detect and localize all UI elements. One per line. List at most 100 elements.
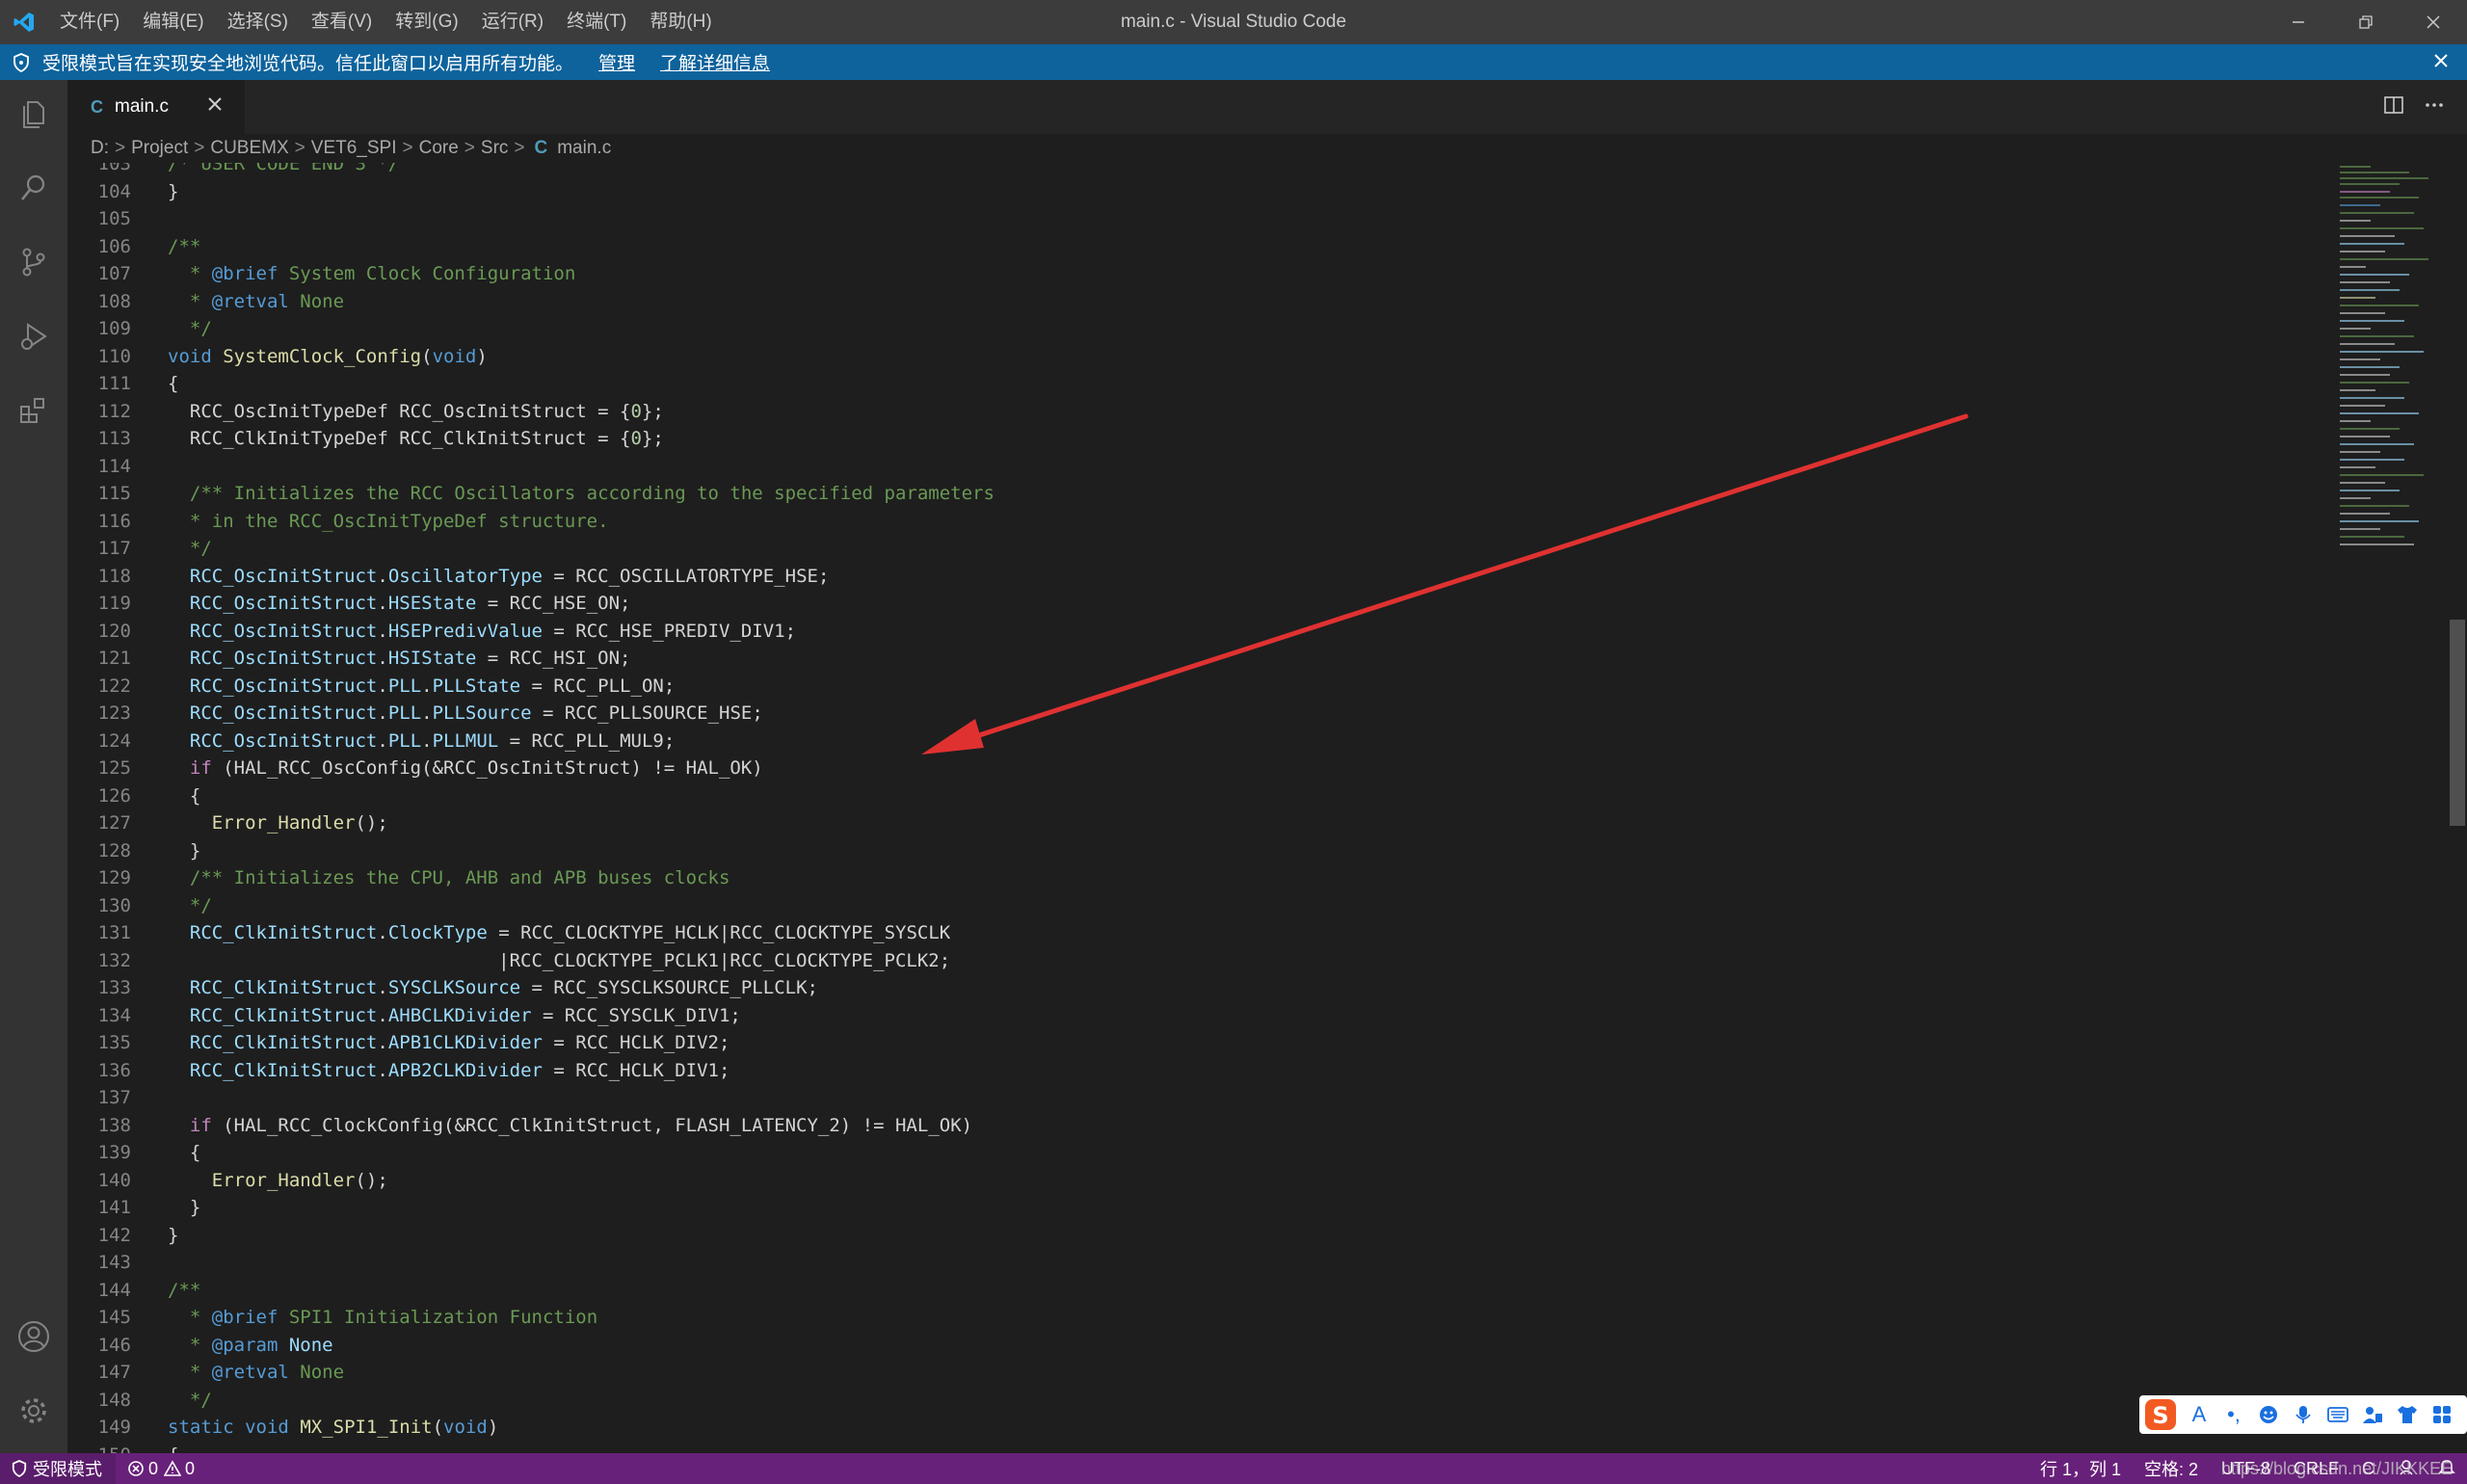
skin-shirt-icon[interactable]: [2390, 1397, 2425, 1432]
code-line: 108 * @retval None: [97, 290, 345, 312]
breadcrumb-project[interactable]: Project: [131, 138, 188, 159]
banner-manage-link[interactable]: 管理: [598, 49, 635, 75]
code-line: 121 RCC_OscInitStruct.HSIState = RCC_HSI…: [97, 648, 631, 669]
chevron-right-icon: >: [514, 138, 525, 158]
sogou-logo-icon[interactable]: S: [2139, 1395, 2182, 1434]
search-icon[interactable]: [0, 154, 67, 222]
keyboard-icon[interactable]: [2321, 1397, 2355, 1432]
c-file-icon: C: [534, 138, 548, 158]
extensions-icon[interactable]: [0, 377, 67, 444]
breadcrumb-vet6-spi[interactable]: VET6_SPI: [311, 138, 397, 159]
indentation[interactable]: 空格: 2: [2133, 1456, 2210, 1481]
more-actions-icon[interactable]: [2423, 93, 2446, 121]
code-line: 135 RCC_ClkInitStruct.APB1CLKDivider = R…: [97, 1032, 730, 1053]
code-line: 107 * @brief System Clock Configuration: [97, 263, 576, 284]
user-icon[interactable]: [2355, 1397, 2390, 1432]
code-line: 140 Error_Handler();: [97, 1169, 388, 1191]
shield-icon: [12, 1460, 27, 1477]
code-line: 141 }: [97, 1197, 201, 1218]
menu-go[interactable]: 转到(G): [384, 0, 469, 44]
menu-help[interactable]: 帮助(H): [638, 0, 723, 44]
banner-learn-more-link[interactable]: 了解详细信息: [660, 49, 770, 75]
microphone-icon[interactable]: [2286, 1397, 2321, 1432]
minimize-button[interactable]: [2265, 0, 2332, 44]
watermark-text: https://blog.csdn.net/JIKKKEE: [2221, 1459, 2454, 1478]
code-line: 150{: [67, 1442, 2332, 1454]
code-line: 139 {: [97, 1142, 201, 1163]
code-line: 129 /** Initializes the CPU, AHB and APB…: [97, 867, 730, 888]
error-icon: [128, 1461, 144, 1476]
tab-main-c[interactable]: C main.c: [67, 80, 245, 134]
close-window-button[interactable]: [2400, 0, 2467, 44]
problems-indicator[interactable]: 0 0: [116, 1459, 206, 1479]
code-line: 114: [97, 455, 131, 477]
code-line: 128 }: [97, 839, 201, 861]
code-line: 105: [97, 208, 131, 229]
punctuation-icon[interactable]: •,: [2216, 1397, 2251, 1432]
code-line: 136 RCC_ClkInitStruct.APB2CLKDivider = R…: [97, 1059, 730, 1081]
menu-selection[interactable]: 选择(S): [216, 0, 300, 44]
code-line: 142}: [97, 1224, 179, 1246]
settings-gear-icon[interactable]: [0, 1377, 67, 1444]
vertical-scrollbar[interactable]: [2448, 163, 2467, 1453]
minimap[interactable]: [2332, 163, 2448, 1453]
breadcrumb-drive[interactable]: D:: [91, 138, 109, 159]
restore-button[interactable]: [2332, 0, 2400, 44]
c-file-icon: C: [91, 96, 103, 117]
toolbox-grid-icon[interactable]: [2425, 1397, 2459, 1432]
ime-toolbar[interactable]: S A •,: [2139, 1395, 2467, 1434]
chevron-right-icon: >: [464, 138, 475, 158]
restricted-mode-banner: 受限模式旨在实现安全地浏览代码。信任此窗口以启用所有功能。 管理 了解详细信息: [0, 44, 2467, 80]
menu-edit[interactable]: 编辑(E): [131, 0, 215, 44]
cursor-position[interactable]: 行 1，列 1: [2029, 1456, 2133, 1481]
code-line: 111{: [97, 373, 179, 394]
code-line: 130 */: [97, 894, 212, 916]
restricted-mode-indicator[interactable]: 受限模式: [0, 1453, 116, 1484]
breadcrumb-file[interactable]: main.c: [557, 138, 611, 159]
split-editor-icon[interactable]: [2382, 93, 2405, 121]
title-bar: 文件(F) 编辑(E) 选择(S) 查看(V) 转到(G) 运行(R) 终端(T…: [0, 0, 2467, 44]
menu-terminal[interactable]: 终端(T): [555, 0, 638, 44]
breadcrumb: D: > Project > CUBEMX > VET6_SPI > Core > Src…: [67, 134, 2467, 163]
menu-run[interactable]: 运行(R): [470, 0, 555, 44]
breadcrumb-core[interactable]: Core: [419, 138, 459, 159]
run-debug-icon[interactable]: [0, 303, 67, 370]
code-line: 115 /** Initializes the RCC Oscillators …: [97, 483, 995, 504]
error-count: 0: [148, 1458, 159, 1478]
code-editor[interactable]: 103/* USER CODE END 3 */ 104} 105 106/**…: [67, 163, 2332, 1453]
code-line: 116 * in the RCC_OscInitTypeDef structur…: [97, 510, 609, 532]
code-line: 119 RCC_OscInitStruct.HSEState = RCC_HSE…: [97, 593, 631, 614]
activity-bar: [0, 80, 67, 1453]
code-line: 131 RCC_ClkInitStruct.ClockType = RCC_CL…: [97, 922, 951, 943]
status-bar: 受限模式 0 0 行 1，列 1 空格: 2 UTF-8 CRLF C: [0, 1453, 2467, 1484]
code-line: 134 RCC_ClkInitStruct.AHBCLKDivider = RC…: [97, 1004, 741, 1026]
account-icon[interactable]: [0, 1303, 67, 1370]
svg-text:S: S: [2152, 1402, 2168, 1429]
code-line: 123 RCC_OscInitStruct.PLL.PLLSource = RC…: [97, 702, 763, 724]
shield-icon: [0, 52, 42, 72]
close-icon[interactable]: [204, 93, 225, 120]
close-icon[interactable]: [2430, 50, 2452, 77]
scrollbar-thumb[interactable]: [2450, 620, 2465, 826]
vscode-logo-icon: [0, 0, 48, 44]
input-mode-icon[interactable]: A: [2182, 1397, 2216, 1432]
chevron-right-icon: >: [402, 138, 413, 158]
breadcrumb-src[interactable]: Src: [481, 138, 509, 159]
code-line: 138 if (HAL_RCC_ClockConfig(&RCC_ClkInit…: [97, 1114, 973, 1136]
source-control-icon[interactable]: [0, 228, 67, 296]
code-line: 147 * @retval None: [97, 1362, 345, 1383]
menu-file[interactable]: 文件(F): [48, 0, 131, 44]
code-line: 145 * @brief SPI1 Initialization Functio…: [97, 1307, 598, 1328]
menu-view[interactable]: 查看(V): [300, 0, 384, 44]
emoji-icon[interactable]: [2251, 1397, 2286, 1432]
restricted-mode-label: 受限模式: [33, 1460, 102, 1479]
breadcrumb-cubemx[interactable]: CUBEMX: [210, 138, 288, 159]
code-line: 132 |RCC_CLOCKTYPE_PCLK1|RCC_CLOCKTYPE_P…: [97, 949, 951, 971]
code-line: 117 */: [97, 538, 212, 559]
chevron-right-icon: >: [115, 138, 126, 158]
code-line: 133 RCC_ClkInitStruct.SYSCLKSource = RCC…: [97, 977, 818, 998]
warning-count: 0: [185, 1458, 196, 1478]
explorer-icon[interactable]: [0, 80, 67, 147]
editor-tabs: C main.c: [67, 80, 2467, 134]
banner-message: 受限模式旨在实现安全地浏览代码。信任此窗口以启用所有功能。: [42, 54, 574, 74]
